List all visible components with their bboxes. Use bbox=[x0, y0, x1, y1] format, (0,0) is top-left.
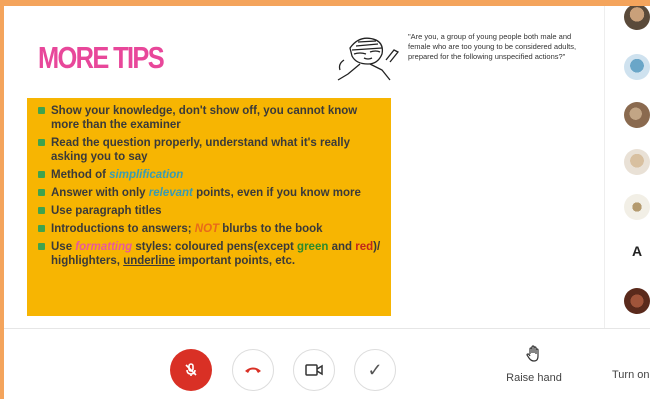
bullet-icon bbox=[38, 207, 45, 214]
check-icon: ✓ bbox=[367, 359, 383, 380]
tip-highlight: formatting bbox=[75, 241, 133, 253]
sketch-illustration bbox=[337, 37, 400, 81]
slide-title: MORE TIPS bbox=[38, 40, 165, 75]
tip-item: Read the question properly, understand w… bbox=[33, 136, 385, 164]
tip-text: important points, etc. bbox=[174, 255, 296, 267]
tip-highlight: simplification bbox=[109, 169, 184, 181]
tips-list: Show your knowledge, don't show off, you… bbox=[27, 98, 391, 268]
bullet-icon bbox=[38, 171, 45, 178]
call-controls-bar: ✓ Raise hand Turn on bbox=[4, 328, 650, 399]
tip-highlight: NOT bbox=[194, 223, 220, 235]
hand-icon bbox=[526, 345, 539, 362]
tip-text: Use paragraph titles bbox=[51, 205, 162, 217]
tip-highlight: underline bbox=[123, 255, 175, 267]
tip-text: Answer with only bbox=[51, 187, 149, 199]
check-button[interactable]: ✓ bbox=[354, 349, 396, 391]
bullet-icon bbox=[38, 139, 45, 146]
bullet-icon bbox=[38, 243, 45, 250]
tip-text: Read the question properly, understand w… bbox=[51, 137, 351, 163]
participant-strip: A bbox=[604, 6, 650, 328]
tip-highlight: green bbox=[297, 241, 329, 253]
tip-text: styles: coloured pens(except bbox=[132, 241, 298, 253]
turn-on-label: Turn on bbox=[612, 369, 650, 381]
tip-text: Introductions to answers; bbox=[51, 223, 195, 235]
avatar-letter[interactable]: A bbox=[632, 243, 642, 259]
meeting-window: MORE TIPS "Are you, a group of young peo… bbox=[4, 6, 650, 399]
turn-on-captions-button[interactable]: Turn on bbox=[612, 345, 650, 381]
bullet-icon bbox=[38, 225, 45, 232]
tip-highlight: red bbox=[355, 241, 374, 253]
tip-text: points, even if you know more bbox=[192, 187, 361, 199]
end-call-button[interactable] bbox=[232, 349, 274, 391]
tip-text: and bbox=[328, 241, 356, 253]
tip-text: Method of bbox=[51, 169, 110, 181]
mic-off-icon bbox=[185, 363, 197, 376]
tip-item: Show your knowledge, don't show off, you… bbox=[33, 104, 385, 132]
avatar[interactable] bbox=[624, 194, 650, 220]
tip-item: Answer with only relevant points, even i… bbox=[33, 186, 385, 200]
tip-text: Show your knowledge, don't show off, you… bbox=[51, 105, 358, 131]
mic-toggle-button[interactable] bbox=[170, 349, 212, 391]
avatar[interactable] bbox=[624, 149, 650, 175]
avatar[interactable] bbox=[624, 288, 650, 314]
tip-text: Use bbox=[51, 241, 76, 253]
raise-hand-label: Raise hand bbox=[506, 372, 562, 384]
tip-text: blurbs to the book bbox=[219, 223, 323, 235]
avatar[interactable] bbox=[624, 102, 650, 128]
tip-item: Use formatting styles: coloured pens(exc… bbox=[33, 240, 385, 268]
avatar[interactable] bbox=[624, 6, 650, 30]
bullet-icon bbox=[38, 107, 45, 114]
tip-item: Use paragraph titles bbox=[33, 204, 385, 218]
tip-item: Introductions to answers; NOT blurbs to … bbox=[33, 222, 385, 236]
hang-up-icon bbox=[245, 367, 261, 373]
camera-toggle-button[interactable] bbox=[293, 349, 335, 391]
tips-box: Show your knowledge, don't show off, you… bbox=[27, 98, 391, 316]
bullet-icon bbox=[38, 189, 45, 196]
raise-hand-button[interactable]: Raise hand bbox=[498, 345, 570, 384]
tip-item: Method of simplification bbox=[33, 168, 385, 182]
tip-highlight: relevant bbox=[148, 187, 193, 199]
quote-text: "Are you, a group of young people both m… bbox=[408, 32, 577, 61]
avatar[interactable] bbox=[624, 54, 650, 80]
presentation-slide: MORE TIPS "Are you, a group of young peo… bbox=[4, 6, 604, 328]
camera-icon bbox=[305, 364, 323, 376]
